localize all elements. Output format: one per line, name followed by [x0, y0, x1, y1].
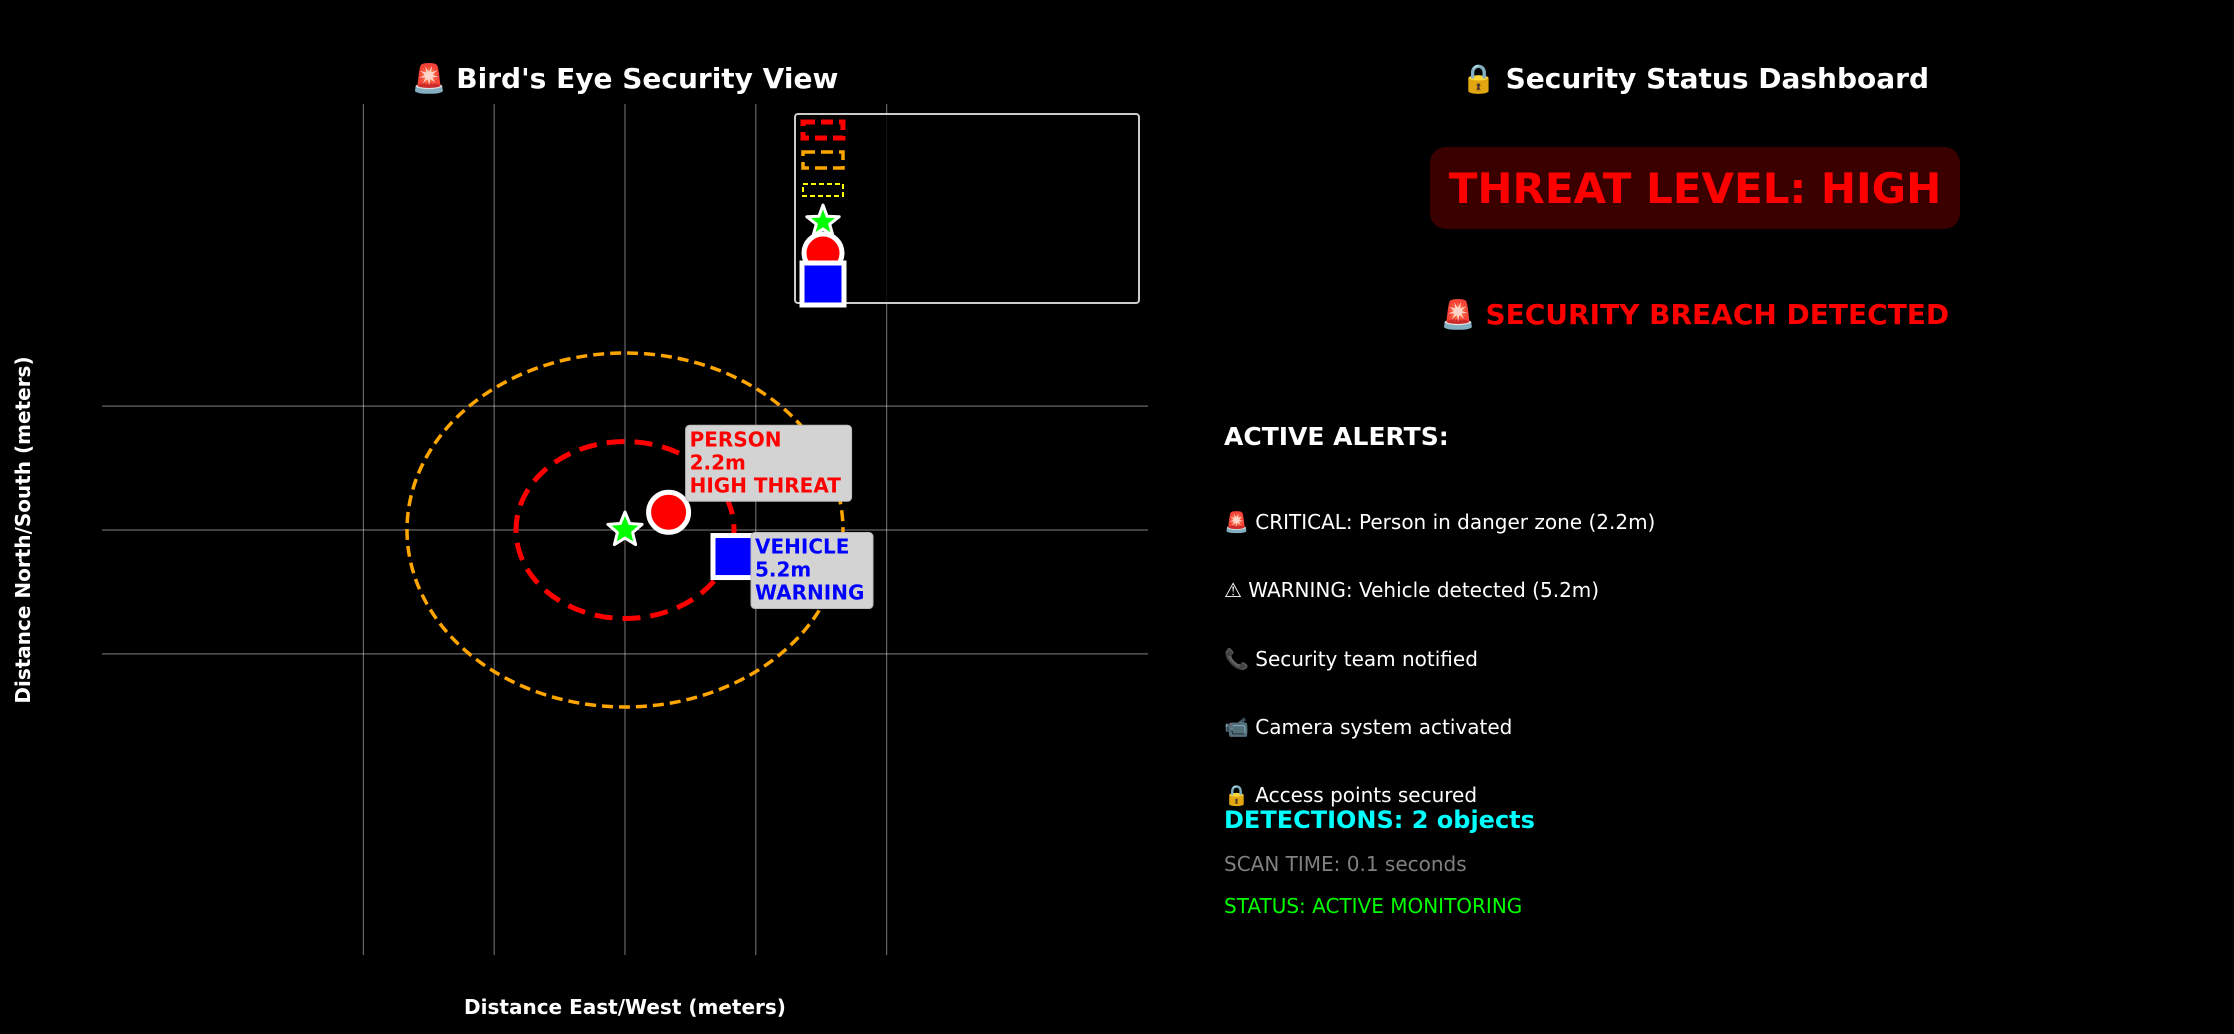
legend-box	[794, 113, 1140, 304]
y-axis-label: Distance North/South (meters)	[11, 356, 35, 704]
camera-star-marker	[606, 510, 644, 547]
breach-alert: 🚨 SECURITY BREACH DETECTED	[1440, 298, 1950, 331]
detections-count: DETECTIONS: 2 objects	[1224, 806, 1535, 834]
x-axis-label: Distance East/West (meters)	[464, 995, 786, 1019]
alert-item-access-secured: 🔒 Access points secured	[1224, 783, 1478, 807]
alert-item-team-notified: 📞 Security team notified	[1224, 647, 1478, 671]
birds-eye-plot: PERSON 2.2m HIGH THREATVEHICLE 5.2m WARNING	[102, 104, 1148, 955]
threat-level-text: THREAT LEVEL: HIGH	[1448, 163, 1942, 213]
threat-level-badge: THREAT LEVEL: HIGH	[1430, 147, 1960, 229]
dashboard-title: 🔒 Security Status Dashboard	[1460, 62, 1930, 95]
monitoring-status: STATUS: ACTIVE MONITORING	[1224, 894, 1523, 918]
alert-item-camera-activated: 📹 Camera system activated	[1224, 715, 1513, 739]
person-marker	[646, 489, 692, 535]
alert-item-warning: ⚠ WARNING: Vehicle detected (5.2m)	[1224, 578, 1600, 602]
scan-time: SCAN TIME: 0.1 seconds	[1224, 852, 1467, 876]
alert-item-critical: 🚨 CRITICAL: Person in danger zone (2.2m)	[1224, 510, 1656, 534]
vehicle-marker	[710, 533, 758, 581]
alerts-header: ACTIVE ALERTS:	[1224, 422, 1449, 451]
plot-title: 🚨 Bird's Eye Security View	[411, 62, 839, 95]
legend-square-5	[799, 260, 847, 308]
